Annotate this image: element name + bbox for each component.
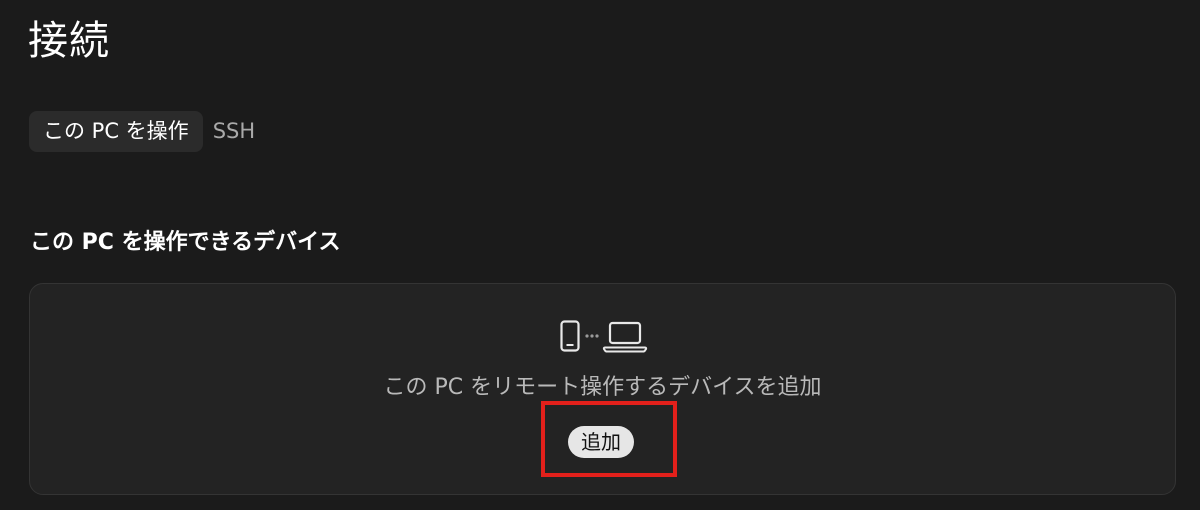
tab-control-this-pc[interactable]: この PC を操作 xyxy=(29,111,203,152)
tab-bar: この PC を操作 SSH xyxy=(29,111,267,152)
settings-page: 接続 この PC を操作 SSH この PC を操作できるデバイス この PC … xyxy=(0,0,1200,510)
page-title: 接続 xyxy=(28,18,110,64)
add-button[interactable]: 追加 xyxy=(568,426,634,458)
add-device-message: この PC をリモート操作するデバイスを追加 xyxy=(383,375,822,400)
devices-card: この PC をリモート操作するデバイスを追加 追加 xyxy=(29,283,1176,495)
phone-to-laptop-icon xyxy=(560,320,648,353)
section-heading: この PC を操作できるデバイス xyxy=(30,230,341,255)
tab-ssh[interactable]: SSH xyxy=(209,111,267,152)
